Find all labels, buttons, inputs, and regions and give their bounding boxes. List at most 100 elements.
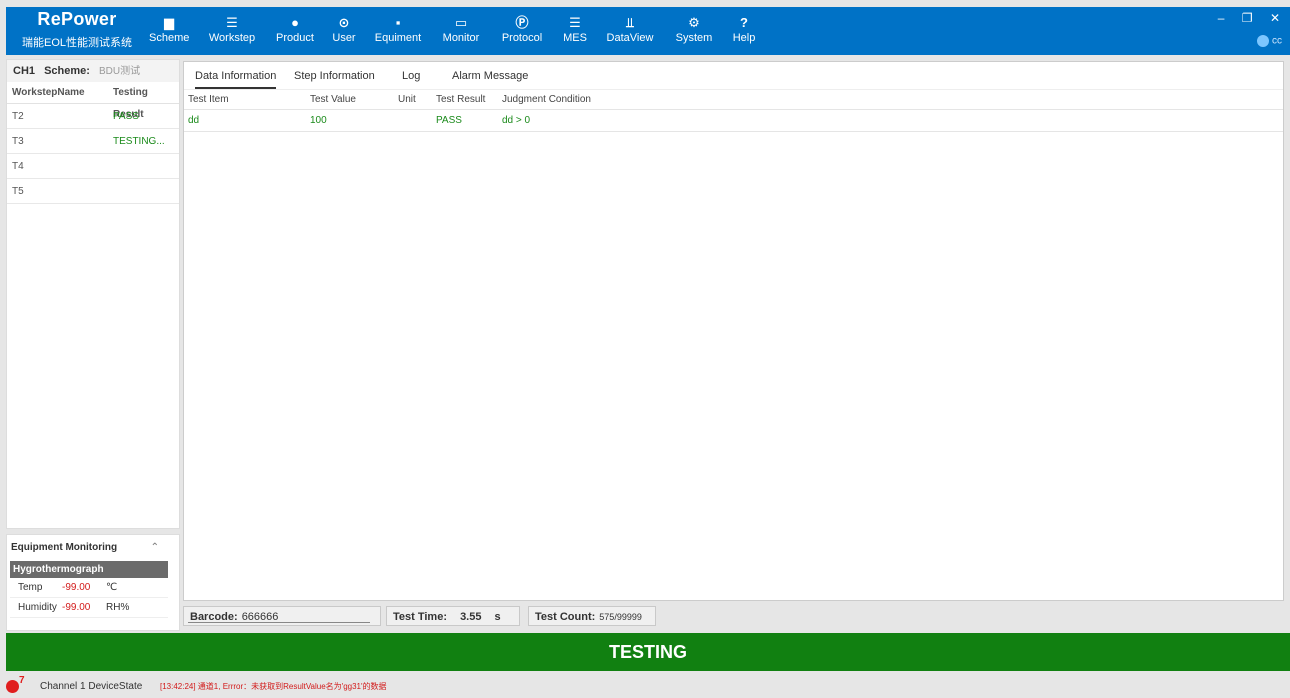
workstep-result: PASS	[113, 111, 139, 122]
workstep-row[interactable]: T2 PASS	[7, 104, 179, 129]
workstep-name: T2	[12, 111, 24, 122]
system-icon: ⚙	[688, 15, 700, 30]
test-count-label: Test Count:	[535, 611, 596, 623]
col-test-result: Test Result	[436, 94, 486, 105]
workstep-icon: ☰	[226, 15, 238, 30]
tab-log[interactable]: Log	[402, 70, 420, 82]
help-icon: ?	[740, 15, 748, 30]
nav-product[interactable]: ● Product	[274, 15, 316, 44]
cell-test-result: PASS	[436, 115, 462, 126]
test-time-label: Test Time:	[393, 611, 447, 623]
data-panel: Data Information Step Information Log Al…	[183, 61, 1284, 601]
nav-label: DataView	[606, 32, 654, 44]
humidity-value: -99.00	[62, 602, 91, 613]
workstep-table-header: WorkstepName Testing Result	[7, 82, 179, 120]
minimize-icon[interactable]: ‒	[1218, 11, 1225, 25]
window-controls: ‒ ❐ ✕	[1204, 11, 1280, 25]
scheme-value: BDU测试	[99, 66, 141, 77]
test-count-value: 575/99999	[599, 612, 642, 622]
workstep-row[interactable]: T3 TESTING...	[7, 129, 179, 154]
tab-data-information[interactable]: Data Information	[195, 70, 277, 89]
humidity-row: Humidity -99.00 RH%	[10, 598, 168, 618]
top-toolbar: RePower 瑞能EOL性能测试系统 ▆ Scheme ☰ Workstep …	[6, 7, 1290, 55]
equipment-monitoring-title: Equipment Monitoring ⌃	[7, 535, 179, 561]
humidity-unit: RH%	[106, 602, 130, 613]
test-time-unit: s	[494, 611, 501, 623]
workstep-result: TESTING...	[113, 136, 165, 147]
nav-equipment[interactable]: ▪ Equiment	[372, 15, 424, 44]
tab-bar: Data Information Step Information Log Al…	[184, 62, 1283, 90]
workstep-panel: CH1 Scheme: BDU测试 WorkstepName Testing R…	[6, 59, 180, 529]
nav-scheme[interactable]: ▆ Scheme	[149, 15, 189, 44]
col-test-value: Test Value	[310, 94, 356, 105]
close-icon[interactable]: ✕	[1270, 11, 1280, 25]
col-judgment-condition: Judgment Condition	[502, 94, 591, 105]
data-table-header: Test Item Test Value Unit Test Result Ju…	[184, 90, 1283, 110]
workstep-row[interactable]: T5	[7, 179, 179, 204]
nav-dataview[interactable]: ⫫ DataView	[603, 15, 657, 44]
cell-test-value: 100	[310, 115, 327, 126]
device-state-label: Channel 1 DeviceState	[40, 681, 143, 692]
tab-alarm-message[interactable]: Alarm Message	[452, 70, 528, 82]
dataview-icon: ⫫	[626, 15, 634, 30]
test-status-banner: TESTING	[6, 633, 1290, 671]
nav-user[interactable]: ⊙ User	[328, 15, 360, 44]
nav-protocol[interactable]: Ⓟ Protocol	[497, 15, 547, 44]
test-time-value: 3.55	[460, 611, 482, 623]
temp-unit: ℃	[106, 582, 118, 593]
test-count-display: Test Count: 575/99999	[528, 606, 656, 626]
nav-label: User	[332, 32, 356, 44]
temp-value: -99.00	[62, 582, 91, 593]
nav-label: Product	[276, 32, 314, 44]
restore-icon[interactable]: ❐	[1242, 11, 1253, 25]
table-row[interactable]: dd 100 PASS dd > 0	[184, 110, 1283, 132]
col-workstep-name: WorkstepName	[12, 87, 85, 98]
col-test-item: Test Item	[188, 94, 229, 105]
barcode-underline	[188, 622, 370, 623]
scheme-icon: ▆	[164, 15, 174, 30]
equipment-title-text: Equipment Monitoring	[11, 542, 118, 553]
footer-status: 7 Channel 1 DeviceState [13:42:24] 通道1, …	[0, 675, 1290, 698]
nav-system[interactable]: ⚙ System	[674, 15, 714, 44]
error-message: [13:42:24] 通道1, Errror：未获取到ResultValue名为…	[160, 682, 387, 691]
app-subtitle: 瑞能EOL性能测试系统	[21, 37, 132, 49]
alert-dot-icon[interactable]	[6, 680, 19, 693]
nav-label: Scheme	[149, 32, 190, 44]
nav-monitor[interactable]: ▭ Monitor	[438, 15, 484, 44]
nav-label: Protocol	[501, 32, 543, 44]
avatar-icon	[1257, 35, 1269, 47]
barcode-field[interactable]: Barcode: 666666	[183, 606, 381, 626]
workstep-name: T3	[12, 136, 24, 147]
nav-help[interactable]: ? Help	[729, 15, 759, 44]
user-account[interactable]: cc	[1257, 35, 1282, 47]
hygrothermograph-header: Hygrothermograph	[10, 561, 168, 578]
nav-workstep[interactable]: ☰ Workstep	[206, 15, 258, 44]
nav-label: Monitor	[442, 32, 480, 44]
workstep-row[interactable]: T4	[7, 154, 179, 179]
product-icon: ●	[291, 15, 299, 30]
alert-count: 7	[19, 675, 25, 686]
col-unit: Unit	[398, 94, 416, 105]
channel-header: CH1 Scheme: BDU测试	[7, 60, 179, 82]
nav-mes[interactable]: ☰ MES	[560, 15, 590, 44]
mes-icon: ☰	[569, 15, 581, 30]
scheme-label: Scheme:	[44, 65, 90, 77]
nav-label: MES	[563, 32, 587, 44]
workstep-name: T4	[12, 161, 24, 172]
nav-label: Equiment	[374, 32, 422, 44]
app-name: RePower	[37, 9, 117, 29]
equipment-monitoring-panel: Equipment Monitoring ⌃ Hygrothermograph …	[6, 534, 180, 631]
workstep-name: T5	[12, 186, 24, 197]
nav-label: System	[675, 32, 713, 44]
cell-test-item: dd	[188, 115, 200, 126]
equipment-icon: ▪	[395, 15, 401, 30]
tab-step-information[interactable]: Step Information	[294, 70, 375, 82]
nav-label: Help	[732, 32, 756, 44]
temp-label: Temp	[18, 582, 43, 593]
chevron-up-icon[interactable]: ⌃	[151, 535, 159, 561]
user-icon: ⊙	[338, 15, 350, 30]
humidity-label: Humidity	[18, 602, 57, 613]
nav-label: Workstep	[208, 32, 256, 44]
protocol-icon: Ⓟ	[515, 15, 529, 30]
user-name: cc	[1272, 35, 1282, 47]
